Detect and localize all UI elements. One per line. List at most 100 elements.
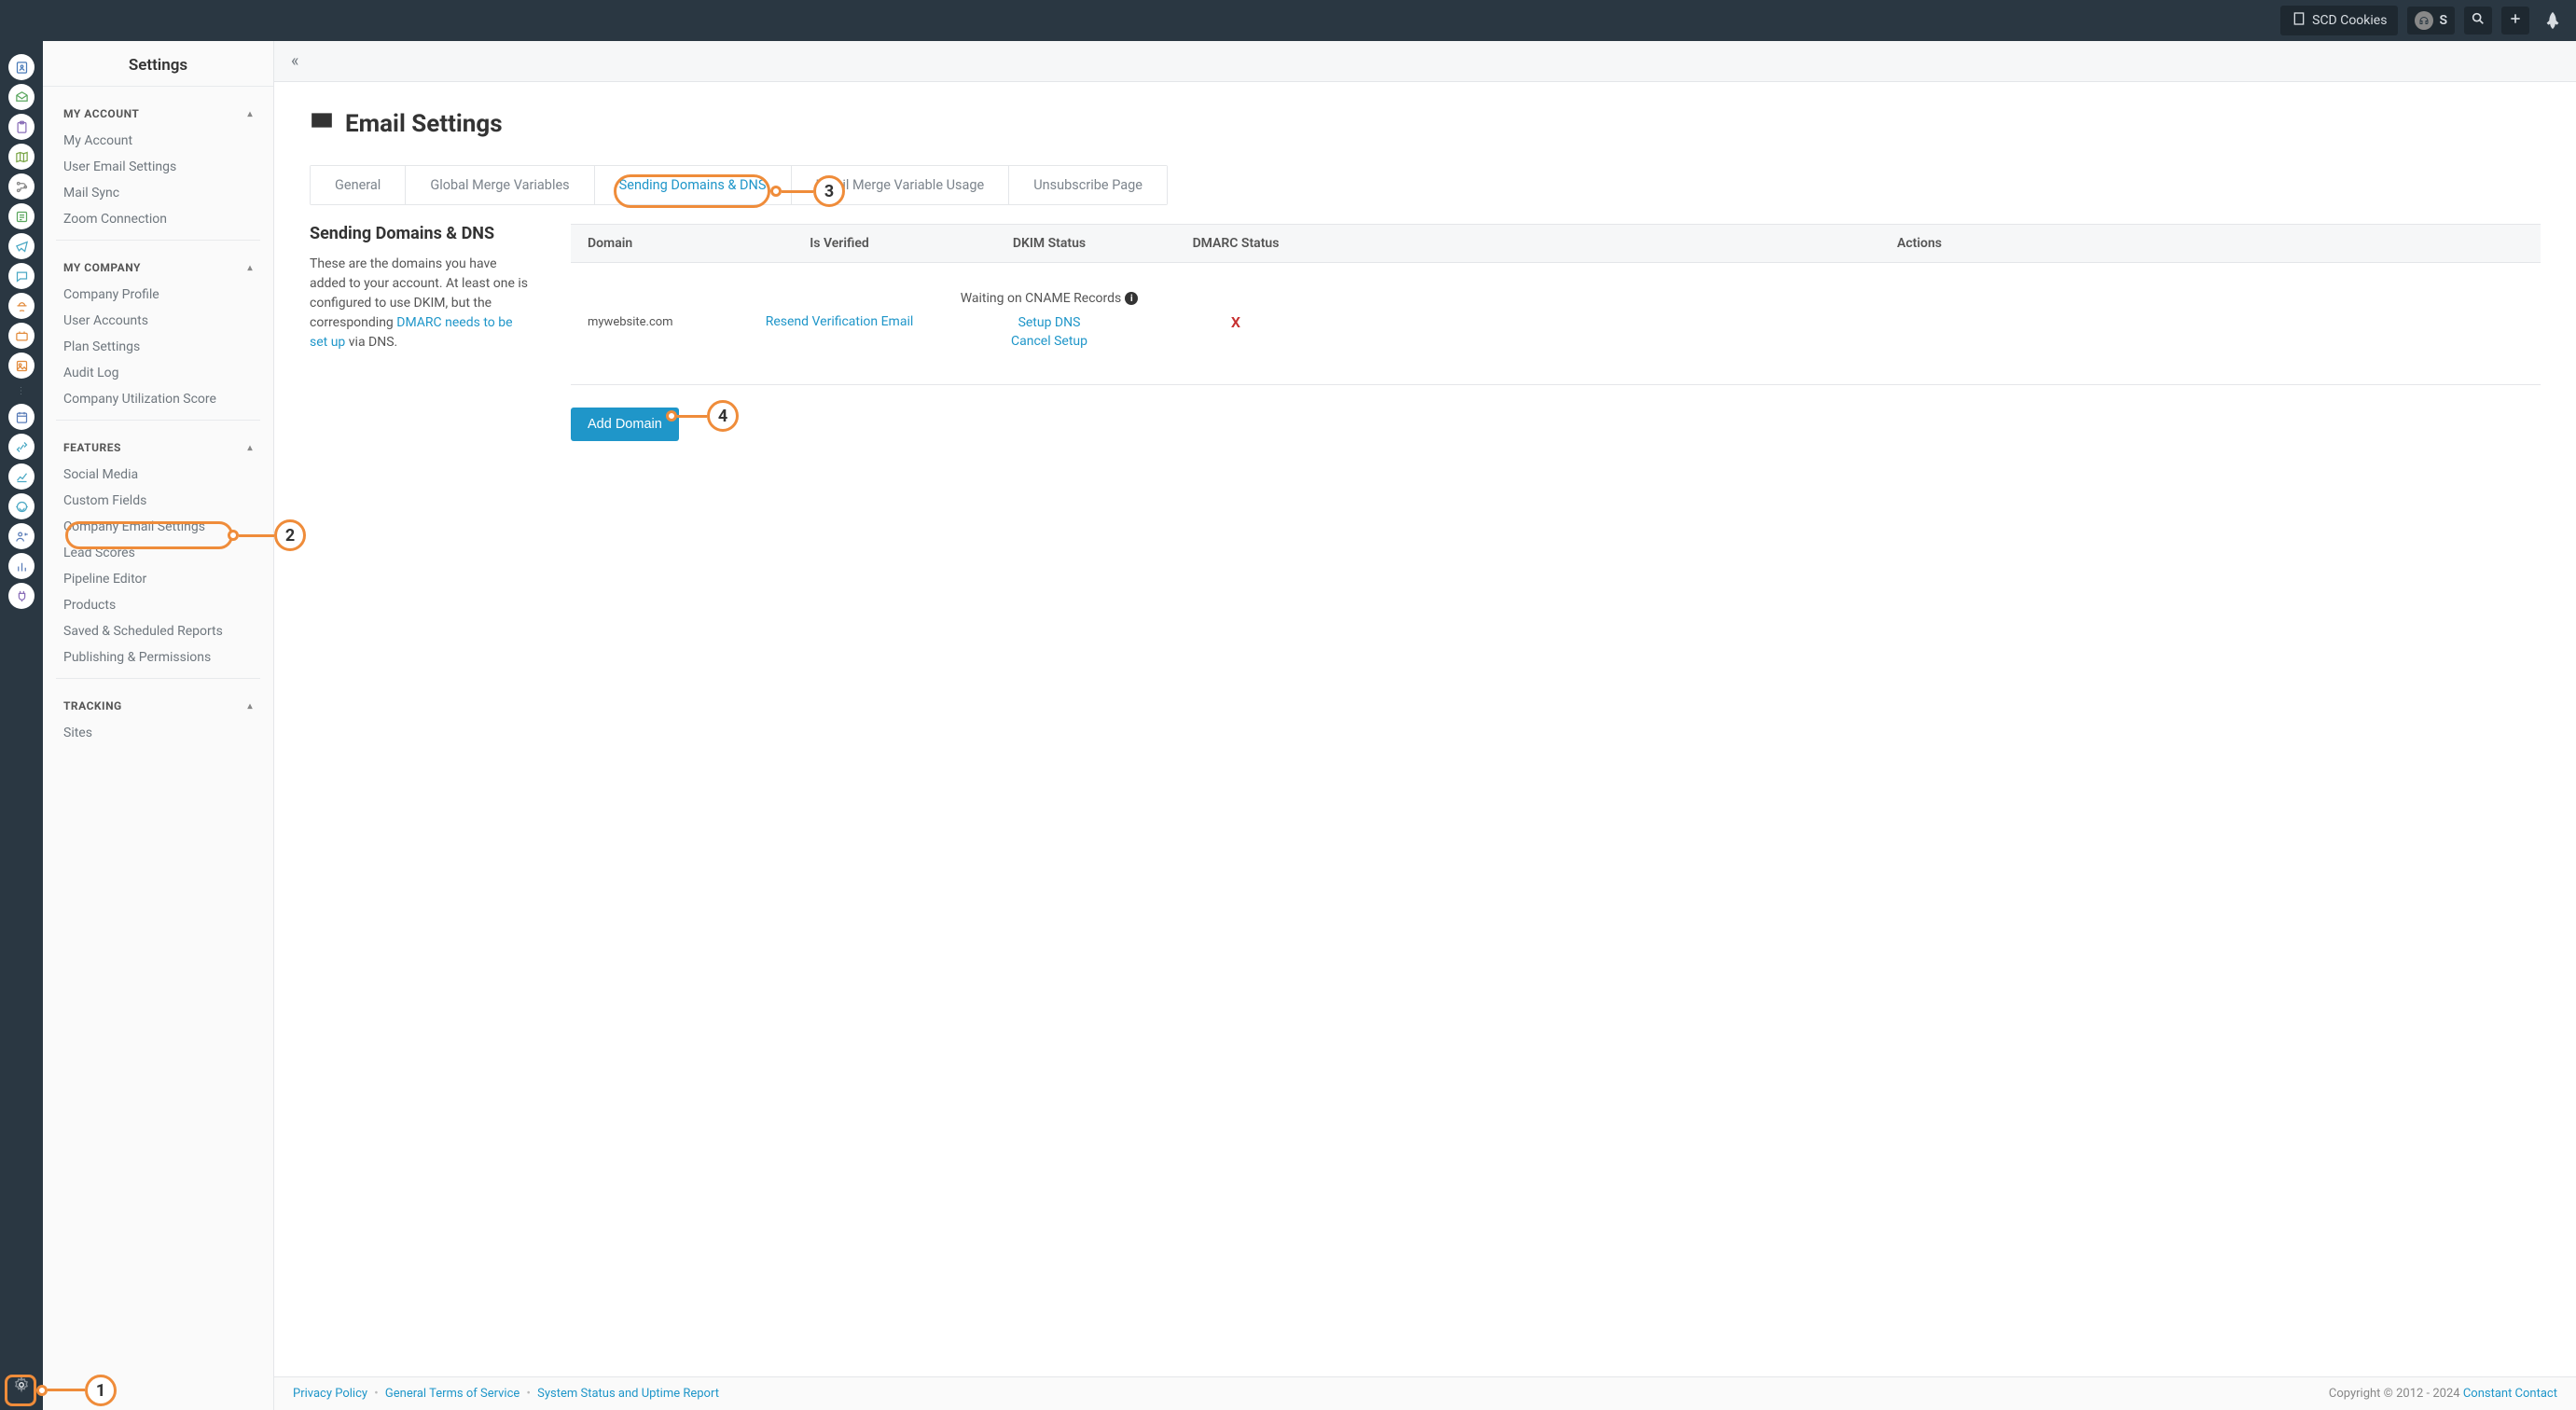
sidebar-item-plan-settings[interactable]: Plan Settings [43, 334, 273, 360]
dmarc-cell: X [1156, 313, 1315, 331]
search-button[interactable] [2464, 7, 2492, 35]
sidebar-title: Settings [43, 41, 273, 87]
add-button[interactable] [2501, 7, 2529, 35]
rail-icon-analytics[interactable] [8, 463, 35, 490]
sidebar-item-mail-sync[interactable]: Mail Sync [43, 180, 273, 206]
sidebar-item-company-utilization-score[interactable]: Company Utilization Score [43, 386, 273, 412]
rail-icon-media[interactable] [8, 352, 35, 379]
sidebar-item-saved-scheduled-reports[interactable]: Saved & Scheduled Reports [43, 618, 273, 644]
rail-divider-dots: ⋮ [17, 386, 27, 396]
dkim-cell: Waiting on CNAME Records i Setup DNS Can… [942, 291, 1156, 352]
rail-icon-users[interactable] [8, 523, 35, 549]
domain-table-header: Domain Is Verified DKIM Status DMARC Sta… [571, 224, 2541, 263]
col-header-dmarc: DMARC Status [1156, 236, 1315, 251]
sidebar-item-social-media[interactable]: Social Media [43, 462, 273, 488]
icon-rail: ⋮ [0, 41, 43, 1410]
sidebar-item-pipeline-editor[interactable]: Pipeline Editor [43, 566, 273, 592]
tab-sending-domains-dns[interactable]: Sending Domains & DNS [595, 166, 792, 204]
sidebar-item-sites[interactable]: Sites [43, 720, 273, 746]
content-area: « Email Settings General Global Merge Va… [274, 41, 2576, 1410]
add-domain-button[interactable]: Add Domain [571, 408, 679, 441]
rail-icon-content[interactable] [8, 203, 35, 229]
sidebar-divider [56, 420, 260, 421]
gear-icon [13, 1376, 30, 1397]
copyright-text: Copyright © 2012 - 2024 [2329, 1387, 2463, 1401]
top-bar: SCD Cookies S [0, 0, 2576, 41]
sidebar-item-company-profile[interactable]: Company Profile [43, 282, 273, 308]
footer-link-terms[interactable]: General Terms of Service [385, 1387, 519, 1401]
rail-icon-deals[interactable] [8, 293, 35, 319]
sidebar-item-products[interactable]: Products [43, 592, 273, 618]
sidebar-item-publishing-permissions[interactable]: Publishing & Permissions [43, 644, 273, 670]
envelope-icon [310, 108, 334, 139]
section-header-my-account[interactable]: MY ACCOUNT ▴ [43, 94, 273, 128]
footer-link-constant-contact[interactable]: Constant Contact [2463, 1387, 2557, 1401]
col-header-actions: Actions [1315, 236, 2524, 251]
resend-verification-link[interactable]: Resend Verification Email [766, 314, 914, 329]
tab-unsubscribe-page[interactable]: Unsubscribe Page [1009, 166, 1167, 204]
tab-global-merge-variables[interactable]: Global Merge Variables [406, 166, 594, 204]
building-icon [2292, 11, 2306, 30]
info-icon[interactable]: i [1125, 292, 1138, 305]
rail-icon-ads[interactable] [8, 323, 35, 349]
rail-icon-chat[interactable] [8, 263, 35, 289]
sidebar-item-audit-log[interactable]: Audit Log [43, 360, 273, 386]
rail-icon-map[interactable] [8, 144, 35, 170]
rail-settings-button[interactable] [7, 1373, 35, 1401]
section-header-tracking[interactable]: TRACKING ▴ [43, 686, 273, 720]
sidebar-item-zoom-connection[interactable]: Zoom Connection [43, 206, 273, 232]
search-icon [2471, 11, 2486, 30]
col-header-domain: Domain [588, 236, 737, 251]
sidebar-divider [56, 678, 260, 679]
tab-general[interactable]: General [311, 166, 406, 204]
sidebar-item-lead-scores[interactable]: Lead Scores [43, 540, 273, 566]
caret-up-icon: ▴ [247, 701, 253, 712]
company-selector-label: SCD Cookies [2312, 13, 2387, 28]
col-header-dkim: DKIM Status [942, 236, 1156, 251]
chevron-double-left-icon: « [291, 51, 298, 71]
sidebar-item-user-accounts[interactable]: User Accounts [43, 308, 273, 334]
rail-icon-partnerships[interactable] [8, 434, 35, 460]
company-selector-button[interactable]: SCD Cookies [2280, 6, 2398, 35]
domain-cell: mywebsite.com [588, 315, 737, 329]
rail-icon-workflow[interactable] [8, 173, 35, 200]
footer: Privacy Policy • General Terms of Servic… [274, 1376, 2576, 1410]
rail-icon-reports[interactable] [8, 553, 35, 579]
cancel-setup-link[interactable]: Cancel Setup [942, 334, 1156, 349]
rail-icon-contacts[interactable] [8, 54, 35, 80]
collapse-sidebar-button[interactable]: « [291, 51, 298, 71]
dkim-waiting-text: Waiting on CNAME Records [961, 291, 1122, 306]
tabs-row: General Global Merge Variables Sending D… [310, 165, 1168, 205]
col-header-verified: Is Verified [737, 236, 942, 251]
rail-icon-campaigns[interactable] [8, 233, 35, 259]
domain-table-row: mywebsite.com Resend Verification Email … [571, 263, 2541, 385]
user-initial: S [2439, 13, 2447, 28]
sidebar-item-custom-fields[interactable]: Custom Fields [43, 488, 273, 514]
rail-icon-support[interactable] [8, 493, 35, 519]
footer-link-privacy[interactable]: Privacy Policy [293, 1387, 367, 1401]
setup-dns-link[interactable]: Setup DNS [942, 315, 1156, 330]
rail-icon-integrations[interactable] [8, 583, 35, 609]
sidebar-item-company-email-settings[interactable]: Company Email Settings [43, 514, 273, 540]
tab-email-merge-variable-usage[interactable]: Email Merge Variable Usage [792, 166, 1010, 204]
content-header-bar: « [274, 41, 2576, 82]
rail-icon-email[interactable] [8, 84, 35, 110]
caret-up-icon: ▴ [247, 263, 253, 273]
footer-link-status[interactable]: System Status and Uptime Report [537, 1387, 719, 1401]
sidebar-divider [56, 240, 260, 241]
caret-up-icon: ▴ [247, 109, 253, 119]
sidebar-item-user-email-settings[interactable]: User Email Settings [43, 154, 273, 180]
verified-cell: Resend Verification Email [737, 314, 942, 329]
sidebar-item-my-account[interactable]: My Account [43, 128, 273, 154]
page-title: Email Settings [310, 108, 2541, 139]
plus-icon [2508, 11, 2523, 30]
settings-sidebar: Settings MY ACCOUNT ▴ My Account User Em… [43, 41, 274, 1410]
rocket-icon[interactable] [2539, 7, 2567, 35]
user-menu-button[interactable]: S [2407, 7, 2455, 35]
caret-up-icon: ▴ [247, 443, 253, 453]
rail-icon-tasks[interactable] [8, 114, 35, 140]
section-header-my-company[interactable]: MY COMPANY ▴ [43, 248, 273, 282]
rail-icon-calendar[interactable] [8, 404, 35, 430]
headset-icon [2415, 11, 2433, 30]
section-header-features[interactable]: FEATURES ▴ [43, 428, 273, 462]
